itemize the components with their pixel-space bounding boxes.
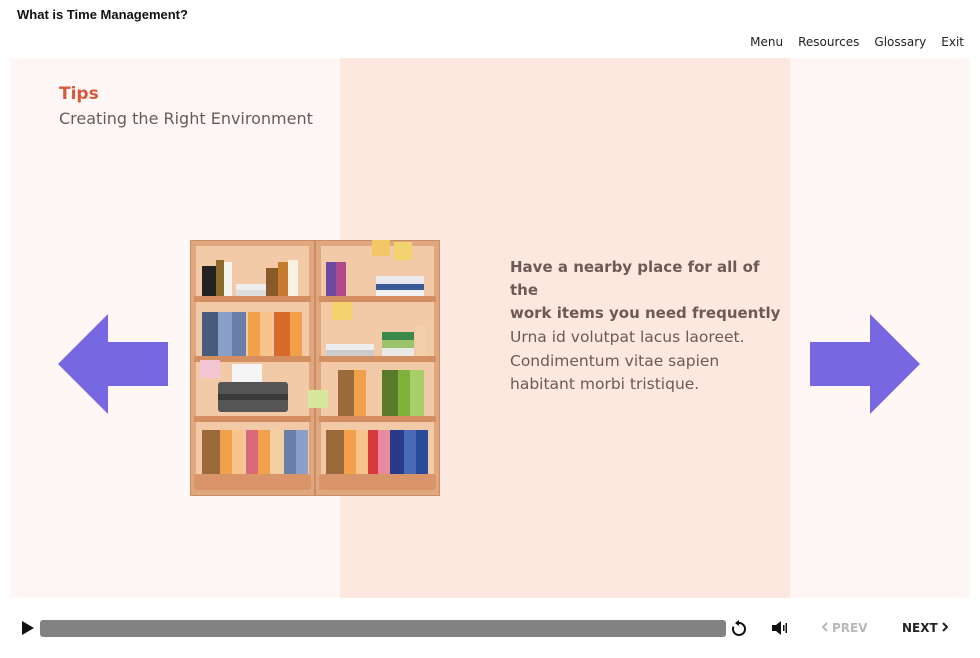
- slide-title: Tips: [59, 84, 99, 104]
- next-arrow-icon[interactable]: [808, 314, 920, 419]
- slide-heading: Have a nearby place for all of the work …: [510, 256, 790, 325]
- replay-icon[interactable]: [730, 620, 748, 643]
- volume-icon[interactable]: [772, 621, 788, 640]
- player-bar: PREV NEXT: [0, 603, 980, 653]
- chevron-right-icon: [941, 621, 949, 635]
- nav-glossary[interactable]: Glossary: [874, 35, 926, 49]
- chevron-left-icon: [821, 621, 828, 635]
- nav-exit[interactable]: Exit: [941, 35, 964, 49]
- bookshelf-illustration: [189, 239, 441, 501]
- slide-subtitle: Creating the Right Environment: [59, 109, 313, 128]
- slide-body: Urna id volutpat lacus laoreet. Condimen…: [510, 326, 790, 397]
- top-nav: Menu Resources Glossary Exit: [750, 35, 964, 49]
- body-line: Urna id volutpat lacus laoreet.: [510, 328, 745, 346]
- next-button[interactable]: NEXT: [902, 621, 949, 635]
- play-icon[interactable]: [22, 621, 34, 640]
- next-label: NEXT: [902, 621, 938, 635]
- body-line: habitant morbi tristique.: [510, 375, 700, 393]
- body-line: Condimentum vitae sapien: [510, 351, 720, 370]
- heading-line: Have a nearby place for all of the: [510, 258, 760, 299]
- course-title: What is Time Management?: [17, 7, 188, 22]
- prev-label: PREV: [832, 621, 868, 635]
- nav-menu[interactable]: Menu: [750, 35, 783, 49]
- previous-arrow-icon[interactable]: [58, 314, 170, 419]
- prev-button[interactable]: PREV: [821, 621, 868, 635]
- slide-stage: Tips Creating the Right Environment Have…: [10, 58, 970, 598]
- progress-bar[interactable]: [40, 620, 726, 637]
- nav-resources[interactable]: Resources: [798, 35, 859, 49]
- heading-line: work items you need frequently: [510, 304, 781, 322]
